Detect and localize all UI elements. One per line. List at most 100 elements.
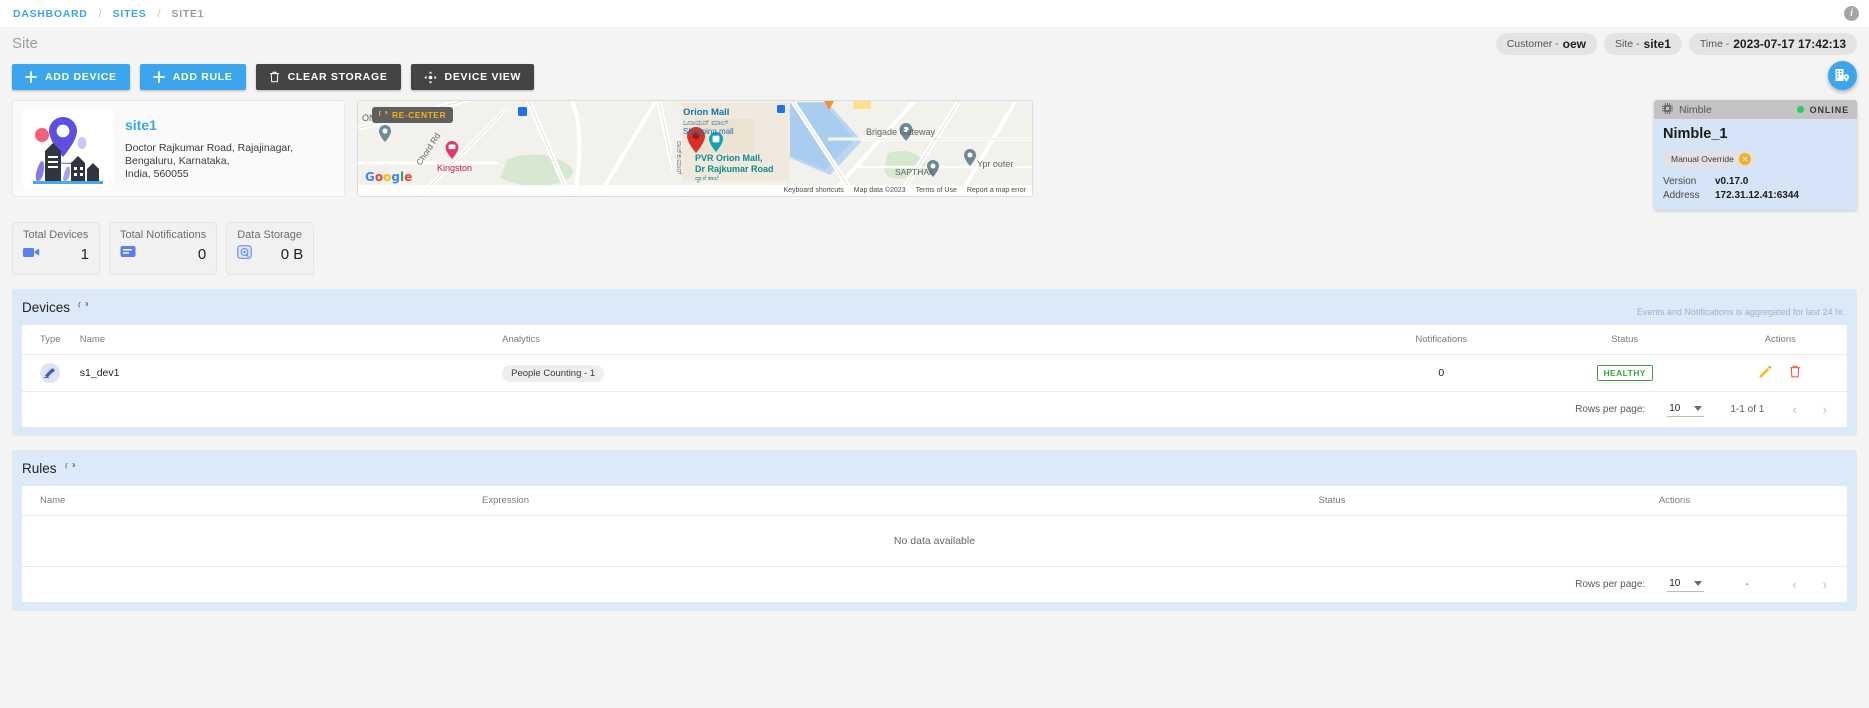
site-details: site1 Doctor Rajkumar Road, Rajajinagar,… xyxy=(125,117,293,181)
manual-override-chip: Manual Override ✕ xyxy=(1663,151,1756,167)
breadcrumb-bar: DASHBOARD / SITES / SITE1 i xyxy=(0,0,1869,27)
map-recenter-label: RE-CENTER xyxy=(392,110,446,120)
nimble-version-key: Version xyxy=(1663,176,1715,187)
nimble-card-body: Nimble_1 Manual Override ✕ Version v0.17… xyxy=(1654,119,1857,210)
next-page-button[interactable]: › xyxy=(1821,402,1829,417)
map-data-credit: Map data ©2023 xyxy=(854,187,906,194)
devices-table-header-row: Type Name Analytics Notifications Status… xyxy=(22,325,1847,355)
site-address-line: India, 560055 xyxy=(125,168,293,181)
table-row[interactable]: s1_dev1 People Counting - 1 0 HEALTHY xyxy=(22,355,1847,392)
nimble-address-value: 172.31.12.41:6344 xyxy=(1715,190,1799,201)
refresh-icon xyxy=(379,111,388,120)
refresh-icon[interactable] xyxy=(78,302,89,313)
prev-page-button[interactable]: ‹ xyxy=(1790,402,1798,417)
nimble-version-row: Version v0.17.0 xyxy=(1663,176,1848,187)
col-notifications: Notifications xyxy=(1347,325,1536,355)
col-rule-expression: Expression xyxy=(482,486,1162,516)
site-name[interactable]: site1 xyxy=(125,117,293,133)
hard-disk-icon xyxy=(237,245,252,264)
devices-title: Devices xyxy=(22,300,70,315)
site-address-line: Bengaluru, Karnataka, xyxy=(125,155,293,168)
add-rule-button[interactable]: ADD RULE xyxy=(140,64,246,90)
chip-time-value: 2023-07-17 17:42:13 xyxy=(1733,37,1846,51)
col-rule-name: Name xyxy=(22,486,482,516)
col-rule-actions: Actions xyxy=(1502,486,1847,516)
device-analytics-cell: People Counting - 1 xyxy=(502,355,1347,392)
chip-site: Site - site1 xyxy=(1604,33,1682,55)
stat-card-total-notifications: Total Notifications 0 xyxy=(109,222,217,275)
context-chips: Customer - oew Site - site1 Time - 2023-… xyxy=(1496,33,1857,55)
plus-icon xyxy=(25,71,37,83)
device-view-button[interactable]: DEVICE VIEW xyxy=(411,64,535,90)
device-name-cell: s1_dev1 xyxy=(80,355,502,392)
rows-per-page-select[interactable]: 10 xyxy=(1667,403,1704,417)
site-location-fab[interactable] xyxy=(1828,61,1857,90)
site-address: Doctor Rajkumar Road, Rajajinagar, Benga… xyxy=(125,142,293,181)
col-status: Status xyxy=(1536,325,1714,355)
stat-value: 0 xyxy=(198,246,206,263)
nimble-card-header: Nimble ONLINE xyxy=(1654,100,1857,119)
next-page-button[interactable]: › xyxy=(1821,577,1829,592)
col-analytics: Analytics xyxy=(502,325,1347,355)
breadcrumb-item-sites[interactable]: SITES xyxy=(113,8,147,20)
site-info-card: site1 Doctor Rajkumar Road, Rajajinagar,… xyxy=(12,100,345,197)
chip-time-label: Time - xyxy=(1700,38,1729,50)
page-range: 1-1 of 1 xyxy=(1726,404,1768,415)
add-rule-label: ADD RULE xyxy=(173,71,233,83)
close-icon[interactable]: ✕ xyxy=(1739,153,1751,165)
rows-per-page-label: Rows per page: xyxy=(1575,404,1645,415)
site-map[interactable]: ರಾಜ್‌ಕುಮಾರ್ RE-CENTER ON Temple Parking … xyxy=(357,100,1033,197)
trash-icon xyxy=(269,71,280,83)
rows-per-page-label: Rows per page: xyxy=(1575,579,1645,590)
breadcrumb-item-dashboard[interactable]: DASHBOARD xyxy=(13,8,88,20)
rules-table-wrapper: Name Expression Status Actions No data a… xyxy=(22,486,1847,602)
action-toolbar: ADD DEVICE ADD RULE CLEAR STORAGE DEVICE… xyxy=(0,60,1869,94)
devices-aggregation-note: Events and Notifications is aggregated f… xyxy=(1637,307,1845,317)
page-header: Site Customer - oew Site - site1 Time - … xyxy=(0,27,1869,60)
breadcrumb-item-site1: SITE1 xyxy=(172,8,205,20)
clear-storage-label: CLEAR STORAGE xyxy=(288,71,388,83)
stat-label: Total Notifications xyxy=(120,229,206,241)
move-arrows-icon xyxy=(424,71,437,84)
notification-list-icon xyxy=(120,245,136,263)
analytics-chip[interactable]: People Counting - 1 xyxy=(502,365,604,382)
map-terms-link[interactable]: Terms of Use xyxy=(916,187,957,194)
col-name: Name xyxy=(80,325,502,355)
status-badge: HEALTHY xyxy=(1597,365,1653,381)
nimble-version-value: v0.17.0 xyxy=(1715,176,1748,187)
col-type: Type xyxy=(22,325,80,355)
page-title: Site xyxy=(12,35,38,52)
status-dot-icon xyxy=(1797,106,1804,113)
svg-text:ರಾಜ್‌ಕುಮಾರ್: ರಾಜ್‌ಕುಮಾರ್ xyxy=(675,141,683,175)
map-attribution: Keyboard shortcuts Map data ©2023 Terms … xyxy=(358,185,1032,196)
add-device-label: ADD DEVICE xyxy=(45,71,117,83)
chevron-down-icon xyxy=(1694,581,1702,586)
devices-paginator: Rows per page: 10 1-1 of 1 ‹ › xyxy=(22,392,1847,427)
prev-page-button[interactable]: ‹ xyxy=(1790,577,1798,592)
city-map-pin-illustration xyxy=(25,111,111,187)
breadcrumb-separator: / xyxy=(157,8,160,20)
device-type-cell xyxy=(22,355,80,392)
delete-icon[interactable] xyxy=(1789,365,1801,381)
edit-icon[interactable] xyxy=(1759,365,1772,381)
map-canvas: ರಾಜ್‌ಕುಮಾರ್ xyxy=(358,101,1033,197)
devices-section-header: Devices Events and Notifications is aggr… xyxy=(22,297,1847,318)
map-recenter-button[interactable]: RE-CENTER xyxy=(372,107,453,123)
site-thumbnail xyxy=(23,109,113,189)
clear-storage-button[interactable]: CLEAR STORAGE xyxy=(256,64,401,90)
rules-empty-text: No data available xyxy=(22,516,1847,567)
chevron-down-icon xyxy=(1694,406,1702,411)
stat-cards: Total Devices 1 Total Notifications 0 xyxy=(0,210,1869,275)
rows-per-page-select[interactable]: 10 xyxy=(1667,578,1704,592)
add-device-button[interactable]: ADD DEVICE xyxy=(12,64,130,90)
devices-section: Devices Events and Notifications is aggr… xyxy=(12,289,1857,436)
device-view-label: DEVICE VIEW xyxy=(445,71,522,83)
stat-card-total-devices: Total Devices 1 xyxy=(12,222,100,275)
info-icon[interactable]: i xyxy=(1844,6,1859,21)
stat-label: Total Devices xyxy=(23,229,89,241)
refresh-icon[interactable] xyxy=(65,463,76,474)
rules-paginator: Rows per page: 10 - ‹ › xyxy=(22,567,1847,602)
map-report-error-link[interactable]: Report a map error xyxy=(967,187,1026,194)
nimble-status-text: ONLINE xyxy=(1810,105,1849,115)
map-keyboard-shortcuts[interactable]: Keyboard shortcuts xyxy=(783,187,843,194)
